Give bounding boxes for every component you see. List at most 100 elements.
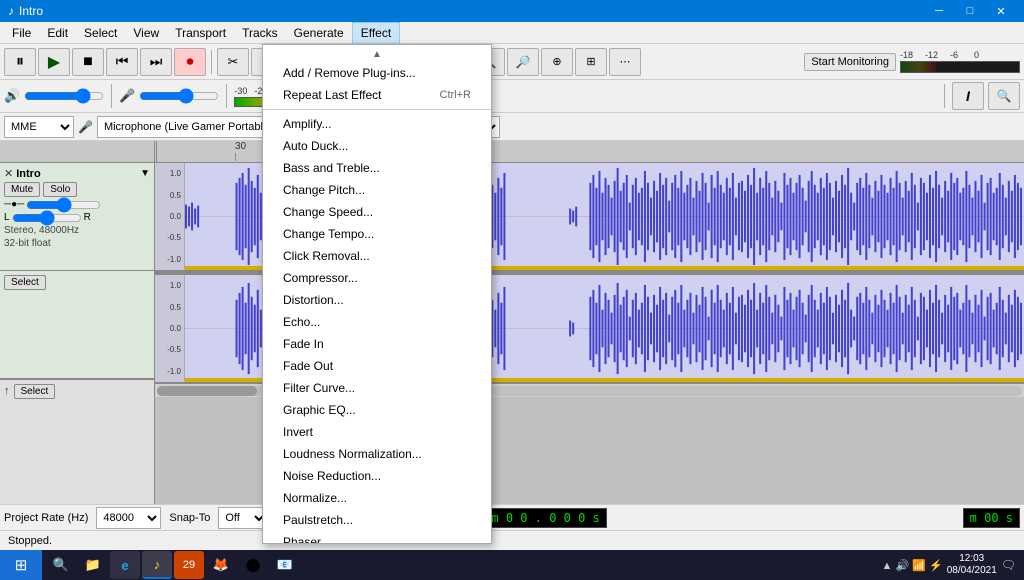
mic-device-icon: 🎤 <box>78 120 93 134</box>
record-button[interactable]: ⏺ <box>174 48 206 76</box>
effect-fade-in[interactable]: Fade In <box>263 333 491 355</box>
track-dropdown-1[interactable]: ▼ <box>140 168 150 179</box>
effect-compressor[interactable]: Compressor... <box>263 267 491 289</box>
track-info-text-2: 32-bit float <box>4 238 150 249</box>
project-rate-select[interactable]: 48000 <box>96 507 161 529</box>
play-button[interactable]: ▶ <box>38 48 70 76</box>
effect-click-removal[interactable]: Click Removal... <box>263 245 491 267</box>
window-title: Intro <box>19 4 43 18</box>
cut-button[interactable]: ✂ <box>217 48 249 76</box>
taskbar-counter[interactable]: 29 <box>174 551 204 579</box>
titlebar-controls: ─ □ ✕ <box>924 0 1016 22</box>
minimize-button[interactable]: ─ <box>924 0 954 22</box>
selection-tool-button[interactable]: I <box>952 82 984 110</box>
menu-edit[interactable]: Edit <box>39 22 76 44</box>
taskbar-search[interactable]: 🔍 <box>46 551 76 579</box>
menu-generate[interactable]: Generate <box>286 22 352 44</box>
gain-slider-1[interactable] <box>26 200 101 210</box>
effect-change-pitch[interactable]: Change Pitch... <box>263 179 491 201</box>
skip-end-button[interactable]: ⏭ <box>140 48 172 76</box>
toolbar2-sep2 <box>226 84 227 108</box>
pan-l-label: L <box>4 212 10 223</box>
snap-to-select[interactable]: Off <box>218 507 268 529</box>
select-button-1[interactable]: Select <box>4 275 46 290</box>
effect-filter-curve[interactable]: Filter Curve... <box>263 377 491 399</box>
system-clock: 12:03 08/04/2021 <box>947 553 997 577</box>
effect-change-tempo[interactable]: Change Tempo... <box>263 223 491 245</box>
effect-loudness[interactable]: Loudness Normalization... <box>263 443 491 465</box>
effect-change-speed[interactable]: Change Speed... <box>263 201 491 223</box>
menu-tracks[interactable]: Tracks <box>234 22 286 44</box>
toolbar2-sep3 <box>944 84 945 108</box>
input-mic-icon: 🎤 <box>119 88 135 104</box>
zoom-tool-button[interactable]: 🔍 <box>988 82 1020 110</box>
track-close-1[interactable]: ✕ <box>4 167 13 180</box>
pan-r-label: R <box>84 212 91 223</box>
effect-paulstretch[interactable]: Paulstretch... <box>263 509 491 531</box>
start-button[interactable]: ⊞ <box>0 550 42 580</box>
playback-volume-icon: 🔊 <box>4 88 20 104</box>
gain-label-1: ─●─ <box>4 199 24 210</box>
effect-dropdown-menu: ▲ Add / Remove Plug-ins... Repeat Last E… <box>262 44 492 544</box>
effect-normalize[interactable]: Normalize... <box>263 487 491 509</box>
zoom-out-button[interactable]: 🔎 <box>507 48 539 76</box>
systray: ▲ 🔊 📶 ⚡ 12:03 08/04/2021 🗨 <box>874 553 1024 577</box>
effect-graphic-eq[interactable]: Graphic EQ... <box>263 399 491 421</box>
select-all-button[interactable]: Select <box>14 384 56 399</box>
effect-amplify[interactable]: Amplify... <box>263 113 491 135</box>
playback-volume-slider[interactable] <box>24 89 104 103</box>
scale-col-2: 1.00.50.0-0.5-1.0 <box>155 275 185 382</box>
effect-auto-duck[interactable]: Auto Duck... <box>263 135 491 157</box>
taskbar-audacity[interactable]: ♪ <box>142 551 172 579</box>
taskbar-app7[interactable]: 📧 <box>270 551 300 579</box>
snap-to-label: Snap-To <box>169 512 210 524</box>
input-volume-slider[interactable] <box>139 89 219 103</box>
skip-start-button[interactable]: ⏮ <box>106 48 138 76</box>
track-name-1: Intro <box>16 168 40 180</box>
zoom-fit-button[interactable]: ⊞ <box>575 48 607 76</box>
effect-add-plugins[interactable]: Add / Remove Plug-ins... <box>263 62 491 84</box>
track-info-text-1: Stereo, 48000Hz <box>4 225 150 236</box>
app-icon: ♪ <box>8 4 14 18</box>
start-monitoring-button[interactable]: Start Monitoring <box>804 53 896 71</box>
titlebar-left: ♪ Intro <box>8 4 43 18</box>
taskbar-chrome[interactable]: ⬤ <box>238 551 268 579</box>
stop-button[interactable]: ■ <box>72 48 104 76</box>
pause-button[interactable]: ⏸ <box>4 48 36 76</box>
audio-host-select[interactable]: MME <box>4 116 74 138</box>
time-short-display: m 00 s <box>963 508 1020 528</box>
effect-noise-reduction[interactable]: Noise Reduction... <box>263 465 491 487</box>
menu-effect[interactable]: Effect <box>352 22 400 44</box>
track-info-1: ✕ Intro ▼ Mute Solo ─●─ L R Stereo, 4 <box>0 163 154 271</box>
scale-col-1: 1.00.50.0-0.5-1.0 <box>155 163 185 270</box>
taskbar-apps: 🔍 📁 e ♪ 29 🦊 ⬤ 📧 <box>42 551 874 579</box>
scroll-thumb[interactable] <box>157 386 257 396</box>
taskbar-firefox[interactable]: 🦊 <box>206 551 236 579</box>
mute-button-1[interactable]: Mute <box>4 182 40 197</box>
project-rate-label: Project Rate (Hz) <box>4 512 88 524</box>
menu-file[interactable]: File <box>4 22 39 44</box>
effect-invert[interactable]: Invert <box>263 421 491 443</box>
effect-distortion[interactable]: Distortion... <box>263 289 491 311</box>
effect-echo[interactable]: Echo... <box>263 311 491 333</box>
effect-fade-out[interactable]: Fade Out <box>263 355 491 377</box>
effect-phaser[interactable]: Phaser... <box>263 531 491 544</box>
scroll-up-indicator[interactable]: ▲ <box>263 47 491 62</box>
taskbar-files[interactable]: 📁 <box>78 551 108 579</box>
pan-slider-1[interactable] <box>12 213 82 223</box>
menu-transport[interactable]: Transport <box>167 22 234 44</box>
menu-select[interactable]: Select <box>76 22 125 44</box>
toolbar-sep-1 <box>211 50 212 74</box>
effect-repeat-last[interactable]: Repeat Last Effect Ctrl+R <box>263 84 491 106</box>
maximize-button[interactable]: □ <box>955 0 985 22</box>
toolbar2-sep1 <box>111 84 112 108</box>
taskbar-edge[interactable]: e <box>110 551 140 579</box>
menu-view[interactable]: View <box>125 22 167 44</box>
zoom-selection-button[interactable]: ⊕ <box>541 48 573 76</box>
status-bar: Stopped. <box>0 530 1024 550</box>
notification-icon[interactable]: 🗨 <box>1001 558 1016 572</box>
zoom-full-button[interactable]: ⋯ <box>609 48 641 76</box>
effect-bass-treble[interactable]: Bass and Treble... <box>263 157 491 179</box>
close-button[interactable]: ✕ <box>986 0 1016 22</box>
solo-button-1[interactable]: Solo <box>43 182 77 197</box>
